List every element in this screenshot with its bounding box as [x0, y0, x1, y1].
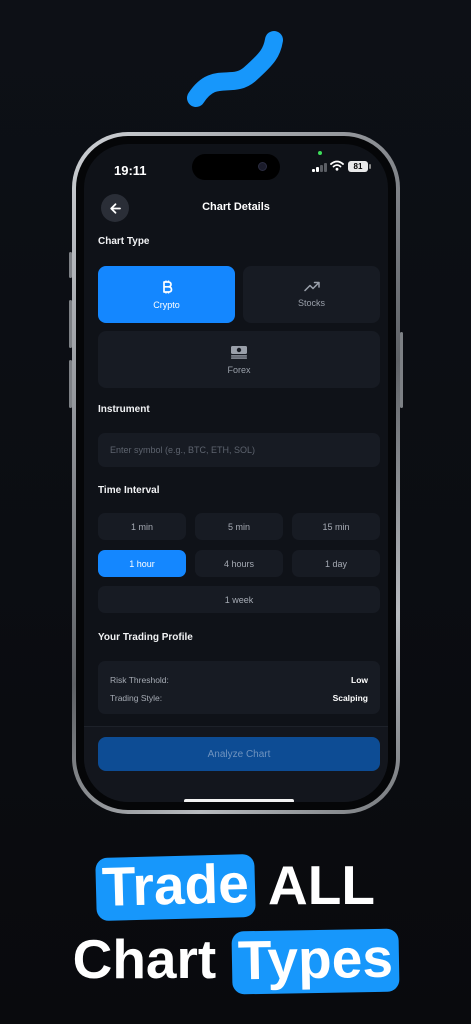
interval-15-min[interactable]: 15 min	[292, 513, 380, 540]
tagline-word-chart: Chart	[72, 928, 217, 990]
page-title: Chart Details	[202, 201, 270, 213]
interval-4-hours[interactable]: 4 hours	[195, 550, 283, 577]
money-icon	[231, 345, 247, 359]
instrument-field[interactable]	[98, 433, 380, 467]
wifi-icon	[330, 160, 344, 171]
trading-style-value: Scalping	[332, 693, 368, 703]
interval-1-week[interactable]: 1 week	[98, 586, 380, 613]
battery-tip	[369, 164, 371, 169]
chart-type-stocks-label: Stocks	[297, 298, 325, 308]
trading-profile-label: Your Trading Profile	[98, 632, 193, 643]
phone-power-button	[400, 332, 403, 408]
privacy-indicator	[318, 151, 322, 155]
interval-1-day[interactable]: 1 day	[292, 550, 380, 577]
camera-icon	[258, 162, 267, 171]
time-interval-label: Time Interval	[98, 485, 160, 496]
profile-row-risk: Risk Threshold: Low	[110, 671, 368, 689]
interval-1-hour[interactable]: 1 hour	[98, 550, 186, 577]
phone-volume-down	[69, 360, 72, 408]
phone-frame: 19:11 81 Chart Details Chart Type Crypto…	[69, 132, 403, 814]
phone-volume-up	[69, 300, 72, 348]
bitcoin-icon	[162, 280, 172, 293]
tagline-word-all: ALL	[268, 854, 375, 916]
chart-type-label: Chart Type	[98, 236, 150, 247]
battery-icon: 81	[348, 161, 368, 172]
trading-profile-card: Risk Threshold: Low Trading Style: Scalp…	[98, 661, 380, 714]
instrument-input[interactable]	[110, 445, 380, 455]
chart-type-stocks[interactable]: Stocks	[243, 266, 380, 323]
tagline-highlight-types: Types	[230, 927, 399, 995]
home-indicator[interactable]	[184, 799, 294, 802]
interval-5-min[interactable]: 5 min	[195, 513, 283, 540]
phone-action-button	[69, 252, 72, 278]
interval-1-min[interactable]: 1 min	[98, 513, 186, 540]
chart-type-forex[interactable]: Forex	[98, 331, 380, 388]
risk-threshold-key: Risk Threshold:	[110, 675, 169, 685]
chart-type-forex-label: Forex	[227, 364, 251, 375]
risk-threshold-value: Low	[351, 675, 368, 685]
trending-up-icon	[303, 281, 320, 292]
tagline-highlight-trade: Trade	[95, 852, 256, 922]
chart-type-crypto[interactable]: Crypto	[98, 266, 235, 323]
status-time: 19:11	[114, 163, 147, 178]
chart-type-crypto-label: Crypto	[153, 299, 180, 310]
tagline-line-2: Chart Types	[0, 927, 471, 995]
profile-row-style: Trading Style: Scalping	[110, 689, 368, 707]
squiggle-decoration	[187, 31, 283, 107]
analyze-chart-button[interactable]: Analyze Chart	[98, 737, 380, 771]
instrument-label: Instrument	[98, 404, 150, 415]
trading-style-key: Trading Style:	[110, 693, 163, 703]
cellular-signal-icon	[312, 162, 327, 172]
tagline-line-1: Trade ALL	[0, 852, 471, 922]
app-screen: 19:11 81 Chart Details Chart Type Crypto…	[84, 144, 388, 802]
